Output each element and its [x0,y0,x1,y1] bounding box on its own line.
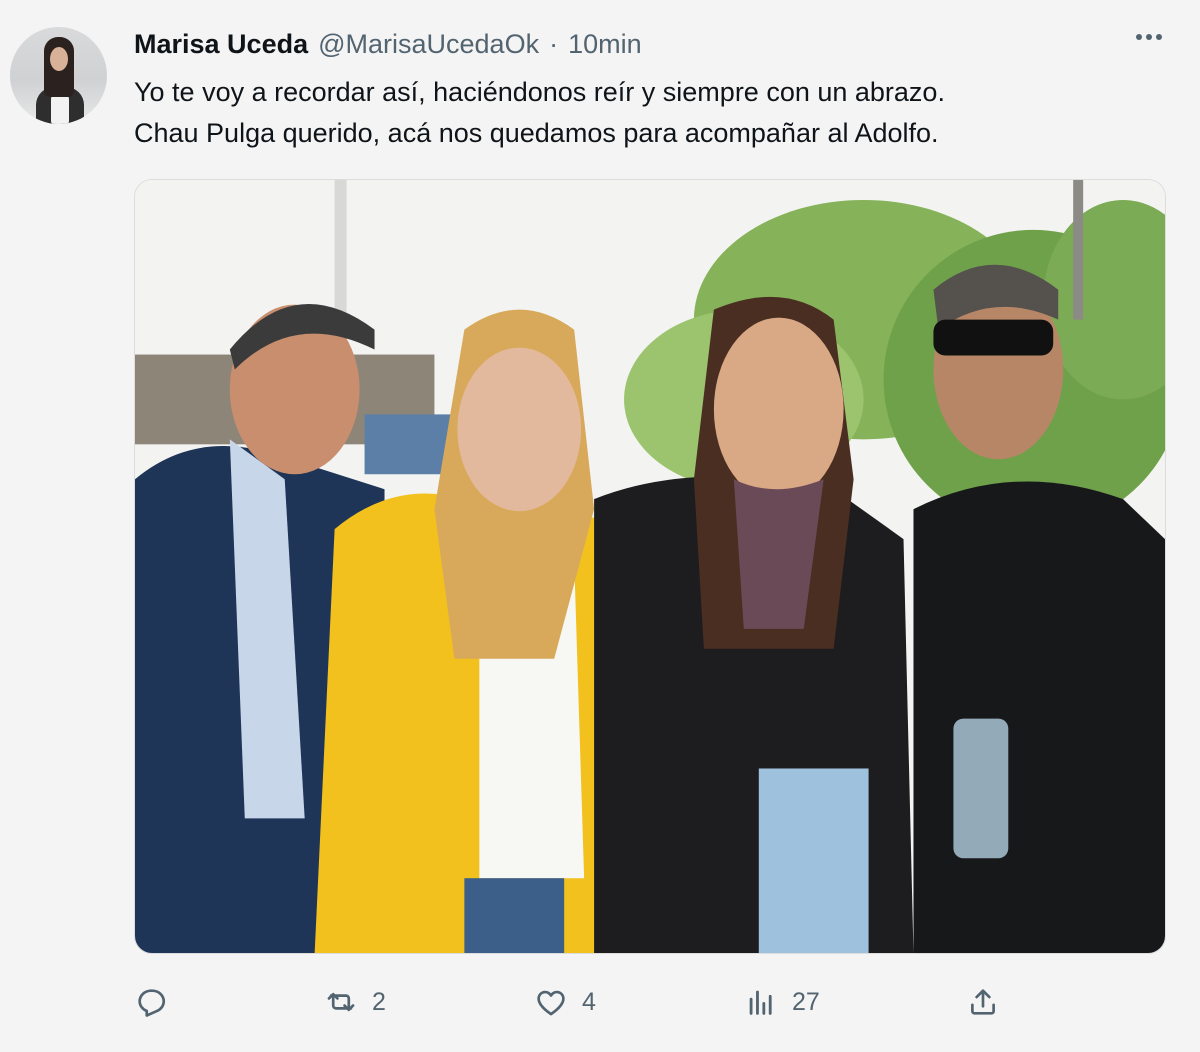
like-count: 4 [582,987,596,1016]
tweet: Marisa Uceda @MarisaUcedaOk · 10min Yo t… [0,0,1200,1052]
retweet-button[interactable]: 2 [324,980,386,1024]
retweet-count: 2 [372,987,386,1016]
separator-dot: · [549,29,559,59]
timestamp[interactable]: 10min [568,29,642,60]
photo-illustration [135,180,1165,953]
heart-icon [537,990,565,1016]
reply-icon [138,989,166,1017]
views-count: 27 [792,987,820,1016]
retweet-icon [327,992,355,1012]
tweet-photo[interactable] [134,179,1166,954]
avatar-face [50,47,68,71]
tweet-line-2: Chau Pulga querido, acá nos quedamos par… [134,118,939,148]
avatar-shirt [51,95,69,124]
views-chart-icon [749,990,772,1015]
like-button[interactable]: 4 [534,980,596,1024]
share-button[interactable] [966,980,1000,1024]
share-upload-icon [971,989,995,1015]
avatar[interactable] [10,27,107,124]
action-bar: 2 4 27 [134,980,1166,1024]
tweet-line-1: Yo te voy a recordar así, haciéndonos re… [134,77,945,107]
more-options-icon[interactable] [1136,34,1162,40]
reply-button[interactable] [134,980,182,1024]
author-handle[interactable]: @MarisaUcedaOk [318,29,539,60]
tweet-header: Marisa Uceda @MarisaUcedaOk · 10min [134,29,642,63]
views-button[interactable]: 27 [744,980,820,1024]
tweet-text: Yo te voy a recordar así, haciéndonos re… [134,72,1154,154]
author-name[interactable]: Marisa Uceda [134,29,308,60]
